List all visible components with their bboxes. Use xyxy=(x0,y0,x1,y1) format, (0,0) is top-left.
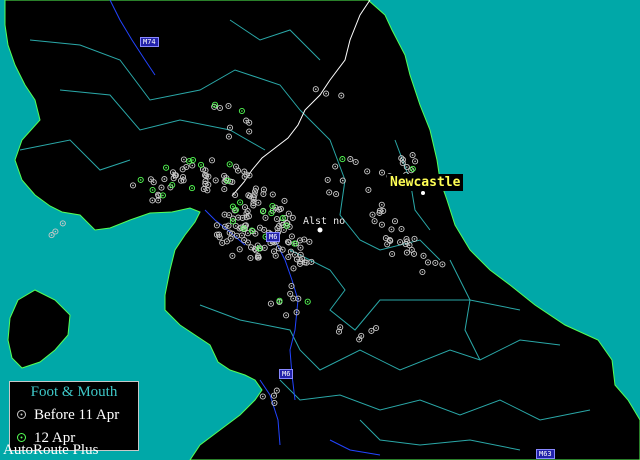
newcastle-marker xyxy=(421,191,425,195)
legend-before-label: Before 11 Apr xyxy=(34,407,120,423)
app-name: AutoRoute Plus xyxy=(3,442,99,458)
legend-title: Foot & Mouth xyxy=(30,384,118,400)
alston-marker xyxy=(317,227,323,233)
map-legend: Foot & Mouth Before 11 Apr 12 Apr xyxy=(9,381,139,451)
road-shield-m74: M74 xyxy=(140,37,159,47)
newcastle-label[interactable]: Newcastle xyxy=(387,174,464,191)
road-shield-m6-south: M6 xyxy=(279,369,294,379)
legend-row-before: Before 11 Apr xyxy=(16,407,119,424)
before-dot-icon xyxy=(17,410,26,419)
road-shield-m6-north: M6 xyxy=(266,232,281,242)
road-shield-m63: M63 xyxy=(536,449,555,459)
map-canvas[interactable]: Newcastle Alst no M74 M6 M6 M63 Foot & M… xyxy=(0,0,640,460)
alston-label[interactable]: Alst no xyxy=(303,216,345,227)
